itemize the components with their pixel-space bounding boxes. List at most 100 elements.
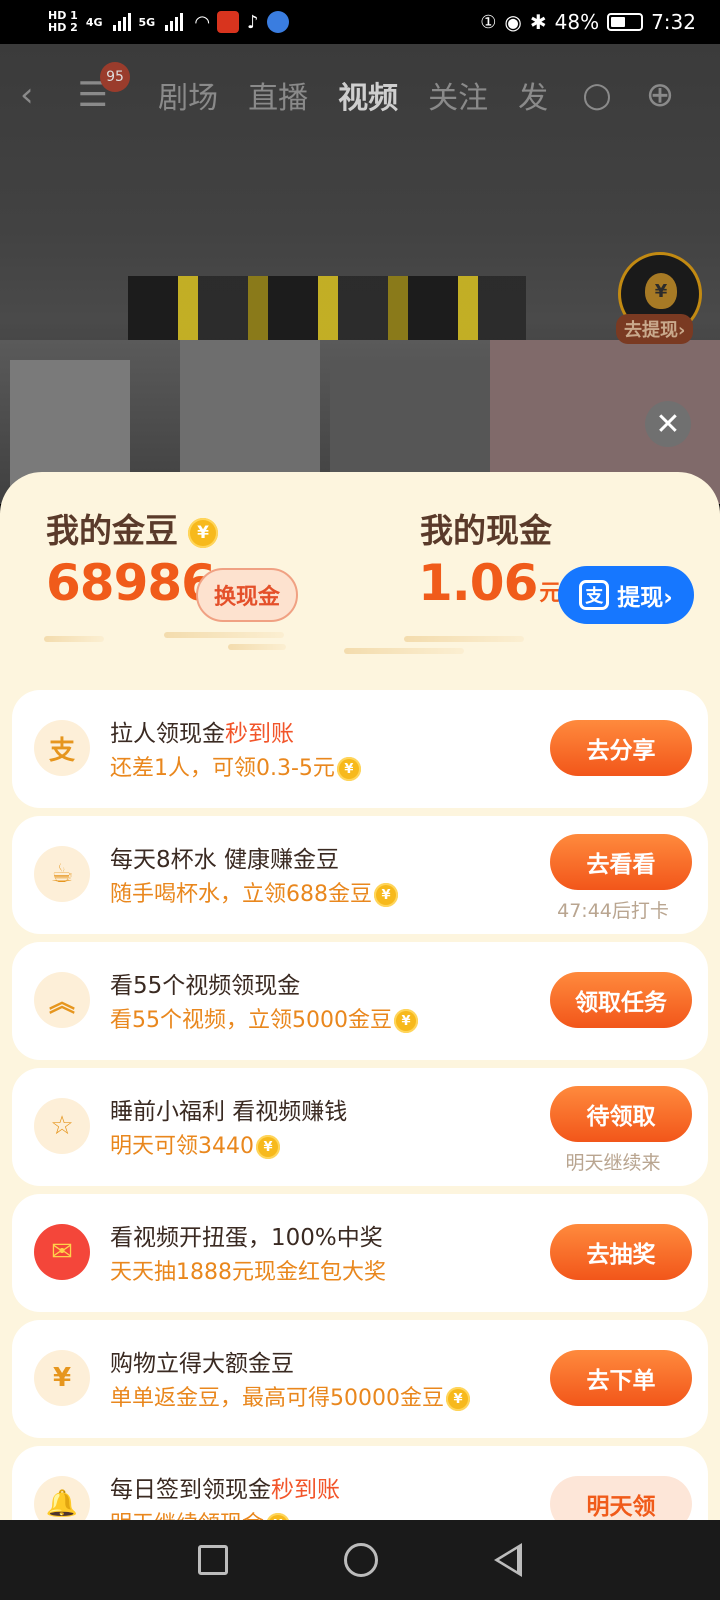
clock: 7:32 <box>651 10 696 34</box>
hd2-label: HD 2 <box>48 21 78 34</box>
tab-video[interactable]: 视频 <box>338 73 398 117</box>
coin-icon: ¥ <box>188 517 218 548</box>
redacted-line <box>228 644 286 650</box>
network-5g-label: 5G <box>138 15 156 29</box>
task-action-button[interactable]: 去看看 <box>550 834 692 890</box>
task-subtitle: 还差1人，可领0.3-5元 ¥ <box>110 750 361 782</box>
task-subtitle-text: 明天继续领现金 <box>110 1512 264 1520</box>
alipay-icon: 支 <box>579 580 610 610</box>
coin-icon: ¥ <box>266 1513 291 1520</box>
close-icon[interactable]: ✕ <box>645 401 691 447</box>
task-card[interactable]: 🔔 每日签到领现金秒到账明天继续领现金¥ 明天领 <box>12 1446 708 1520</box>
money-bag-icon: ¥ <box>34 1350 90 1406</box>
hd-indicator: HD 1 HD 2 <box>48 10 78 34</box>
redacted-caption <box>128 276 526 340</box>
task-title: 看55个视频领现金 <box>110 966 300 1000</box>
beans-value: 68986 <box>46 554 216 612</box>
cash-amount: 1.06元 <box>418 554 561 612</box>
browser-icon <box>266 11 289 33</box>
wifi-icon: ◠ <box>195 11 210 33</box>
task-title-text: 购物立得大额金豆 <box>110 1351 294 1377</box>
task-action-button[interactable]: 明天领 <box>550 1476 692 1520</box>
task-title-highlight: 秒到账 <box>271 1477 340 1503</box>
task-title-highlight: 秒到账 <box>225 721 294 747</box>
alipay-icon: 支 <box>34 720 90 776</box>
task-note: 明天继续来 <box>565 1152 661 1174</box>
battery-percent: 48% <box>554 10 600 34</box>
task-subtitle: 随手喝杯水，立领688金豆 ¥ <box>110 876 398 908</box>
task-subtitle-text: 还差1人，可领0.3-5元 <box>110 756 335 781</box>
withdraw-shortcut-label[interactable]: 去提现› <box>616 314 694 344</box>
cup-icon: ☕ <box>34 846 90 902</box>
task-subtitle: 明天继续领现金¥ <box>110 1506 291 1520</box>
task-title: 购物立得大额金豆 <box>110 1344 294 1378</box>
task-title-text: 拉人领现金 <box>110 721 225 747</box>
task-title: 每天8杯水 健康赚金豆 <box>110 840 339 874</box>
bell-icon: 🔔 <box>34 1476 90 1520</box>
task-card[interactable]: ☆ 睡前小福利 看视频赚钱 明天可领3440 ¥ 待领取 明天继续来 <box>12 1068 708 1186</box>
beans-title-text: 我的金豆 <box>46 511 178 550</box>
red-envelope-icon: ✉ <box>34 1224 90 1280</box>
recents-icon[interactable] <box>198 1545 228 1575</box>
redacted-line <box>404 636 524 642</box>
withdraw-button-label: 提现› <box>617 585 673 611</box>
notification-badge: 95 <box>100 62 130 92</box>
sim-icon: ① <box>480 11 497 33</box>
redacted-line <box>164 632 284 638</box>
coin-icon: ¥ <box>336 757 361 781</box>
task-action-button[interactable]: 领取任务 <box>550 972 692 1028</box>
task-title-text: 每日签到领现金 <box>110 1477 271 1503</box>
back-icon[interactable]: ‹ <box>20 75 34 115</box>
task-action-button[interactable]: 去分享 <box>550 720 692 776</box>
tab-follow[interactable]: 关注 <box>428 73 488 117</box>
task-subtitle-text: 单单返金豆，最高可得50000金豆 <box>110 1386 444 1411</box>
network-4g-label: 4G <box>85 15 103 29</box>
tab-theater[interactable]: 剧场 <box>158 73 218 117</box>
task-card[interactable]: ✉ 看视频开扭蛋，100%中奖天天抽1888元现金红包大奖 去抽奖 <box>12 1194 708 1312</box>
status-left: HD 1 HD 2 4G 5G ◠ ♪ <box>48 10 289 34</box>
task-card[interactable]: ☕ 每天8杯水 健康赚金豆 随手喝杯水，立领688金豆 ¥ 去看看 47:44后打卡 <box>12 816 708 934</box>
task-action-button[interactable]: 去抽奖 <box>550 1224 692 1280</box>
star-icon: ☆ <box>34 1098 90 1154</box>
add-icon[interactable]: ⊕ <box>646 75 675 115</box>
redacted-line <box>44 636 104 642</box>
search-icon[interactable]: ○ <box>582 75 612 115</box>
task-title: 看视频开扭蛋，100%中奖 <box>110 1218 383 1252</box>
home-icon[interactable] <box>344 1543 378 1577</box>
signal-icon-2 <box>165 13 184 31</box>
back-nav-icon[interactable] <box>494 1543 522 1577</box>
redacted-line <box>344 648 464 654</box>
task-card[interactable]: ¥ 购物立得大额金豆 单单返金豆，最高可得50000金豆 ¥ 去下单 <box>12 1320 708 1438</box>
task-title-text: 每天8杯水 健康赚金豆 <box>110 847 339 873</box>
beans-title: 我的金豆 ¥ <box>46 504 218 552</box>
exchange-cash-button[interactable]: 换现金 <box>196 568 298 622</box>
tab-more[interactable]: 发 <box>518 73 548 117</box>
tiktok-icon: ♪ <box>247 11 259 33</box>
task-subtitle: 明天可领3440 ¥ <box>110 1128 280 1160</box>
coin-icon: ¥ <box>256 1135 280 1159</box>
double-chevron-up-icon: ︽ <box>34 972 90 1028</box>
cash-title: 我的现金 <box>420 511 552 550</box>
coin-icon: ¥ <box>374 883 398 907</box>
task-subtitle-text: 天天抽1888元现金红包大奖 <box>110 1260 386 1285</box>
cash-value: 1.06 <box>418 554 538 612</box>
task-title: 每日签到领现金秒到账 <box>110 1470 340 1504</box>
status-bar: HD 1 HD 2 4G 5G ◠ ♪ ① ◉ ✱ 48% 7:32 <box>0 0 720 44</box>
task-title-text: 睡前小福利 看视频赚钱 <box>110 1099 348 1125</box>
app-notification-icon <box>217 11 240 33</box>
tab-live[interactable]: 直播 <box>248 73 308 117</box>
task-action-button[interactable]: 待领取 <box>550 1086 692 1142</box>
task-title: 拉人领现金秒到账 <box>110 714 294 748</box>
money-bag-icon: ¥ <box>645 273 677 309</box>
task-card[interactable]: 支拉人领现金秒到账 还差1人，可领0.3-5元 ¥ 去分享 <box>12 690 708 808</box>
eye-icon: ◉ <box>504 10 522 34</box>
coin-icon: ¥ <box>446 1387 470 1411</box>
withdraw-button[interactable]: 支 提现› <box>558 566 694 624</box>
task-subtitle-text: 随手喝杯水，立领688金豆 <box>110 882 372 907</box>
task-action-button[interactable]: 去下单 <box>550 1350 692 1406</box>
status-right: ① ◉ ✱ 48% 7:32 <box>480 10 696 34</box>
rewards-sheet: 我的金豆 ¥ 68986 换现金 我的现金 1.06元 支 提现› 支拉人领现金秒… <box>0 472 720 1520</box>
task-card[interactable]: ︽ 看55个视频领现金 看55个视频，立领5000金豆 ¥ 领取任务 <box>12 942 708 1060</box>
task-subtitle-text: 明天可领3440 <box>110 1134 254 1159</box>
bluetooth-icon: ✱ <box>529 10 547 34</box>
